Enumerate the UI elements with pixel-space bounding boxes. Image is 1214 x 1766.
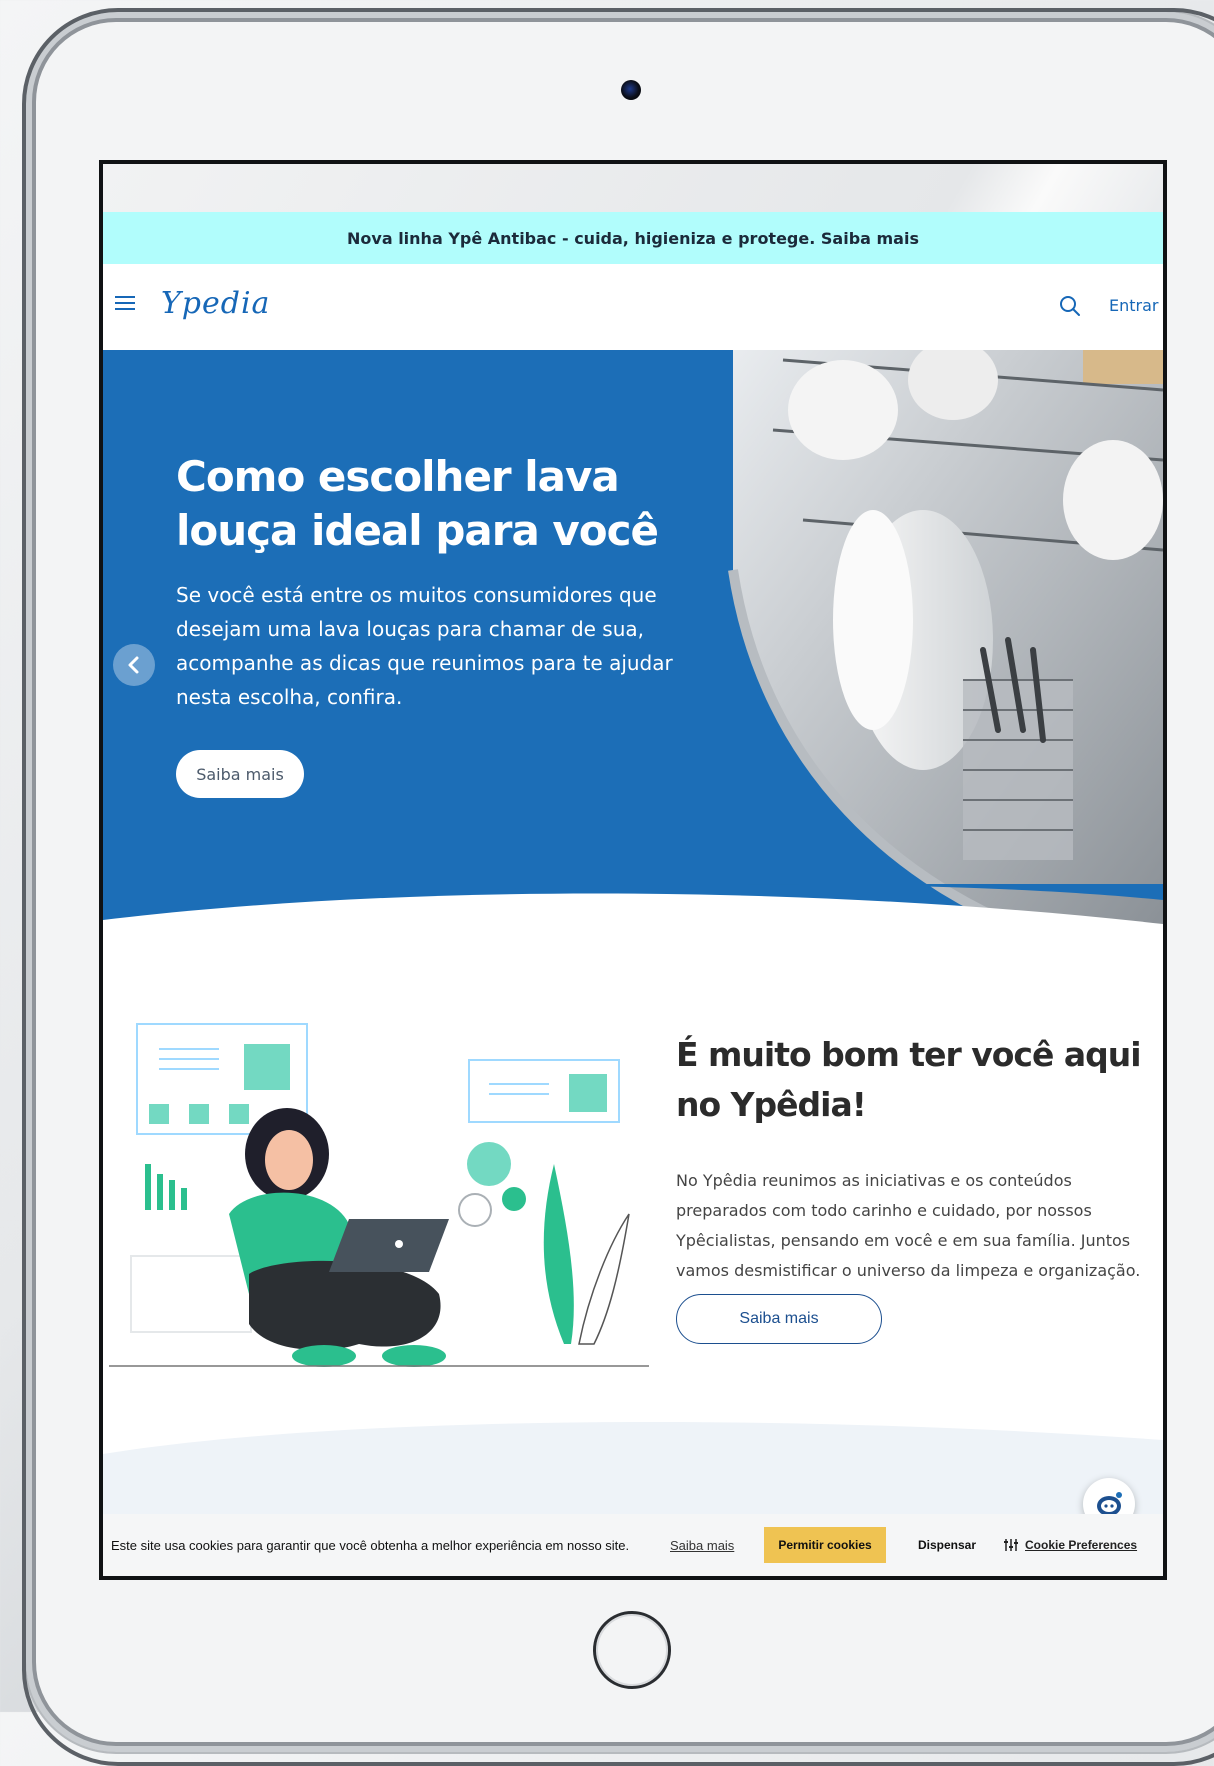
announcement-text[interactable]: Nova linha Ypê Antibac - cuida, higieniz…: [347, 229, 919, 248]
chevron-left-icon: [128, 656, 139, 674]
login-link[interactable]: Entrar: [1109, 296, 1158, 315]
hero-title: Como escolher lava louça ideal para você: [176, 452, 659, 555]
cookie-text: Este site usa cookies para garantir que …: [111, 1538, 630, 1553]
allow-cookies-button[interactable]: Permitir cookies: [764, 1527, 886, 1563]
status-strip: [103, 164, 1163, 212]
dismiss-cookies-button[interactable]: Dispensar: [903, 1527, 991, 1563]
dishwasher-image: [728, 350, 1163, 940]
hero-wave: [103, 884, 1163, 964]
welcome-text: No Ypêdia reunimos as iniciativas e os c…: [676, 1171, 1141, 1280]
cookie-bar: Este site usa cookies para garantir que …: [103, 1514, 1163, 1576]
welcome-illustration: [109, 1023, 649, 1367]
cookie-preferences-link[interactable]: Cookie Preferences: [1003, 1538, 1137, 1552]
search-icon[interactable]: [1058, 294, 1082, 318]
camera-icon: [621, 80, 641, 100]
carousel-prev-button[interactable]: [113, 644, 155, 686]
logo[interactable]: Ypedia: [161, 286, 270, 321]
hero-learn-more-button[interactable]: Saiba mais: [176, 750, 304, 798]
screen: Nova linha Ypê Antibac - cuida, higieniz…: [99, 160, 1167, 1580]
cookie-preferences-label[interactable]: Cookie Preferences: [1025, 1538, 1137, 1552]
welcome-title: É muito bom ter você aqui no Ypêdia!: [676, 1035, 1142, 1124]
hero-banner: Como escolher lava louça ideal para você…: [103, 350, 1163, 940]
menu-icon[interactable]: [115, 296, 135, 312]
welcome-learn-more-button[interactable]: Saiba mais: [676, 1294, 882, 1344]
hero-description: Se você está entre os muitos consumidore…: [176, 583, 673, 709]
sliders-icon: [1004, 1539, 1018, 1551]
cookie-learn-more-link[interactable]: Saiba mais: [670, 1538, 734, 1553]
home-button[interactable]: [593, 1611, 671, 1689]
navbar: Ypedia Entrar: [103, 264, 1163, 350]
announcement-bar[interactable]: Nova linha Ypê Antibac - cuida, higieniz…: [103, 212, 1163, 264]
